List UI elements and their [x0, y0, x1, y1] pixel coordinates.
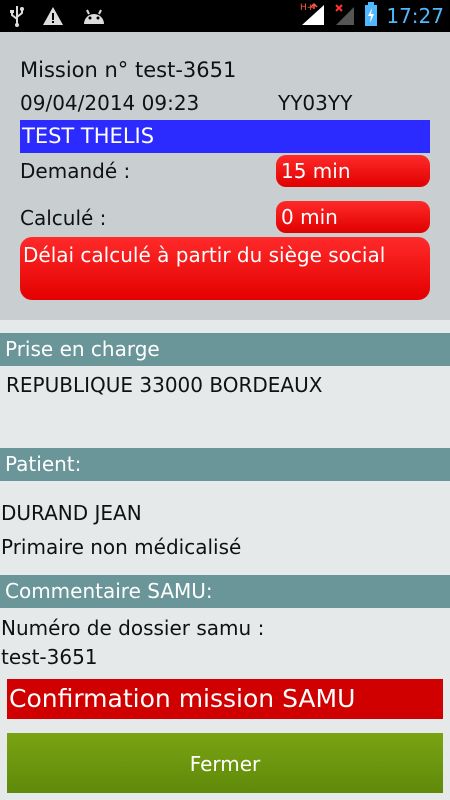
status-left-icons: [10, 5, 106, 31]
no-signal-icon: [334, 1, 356, 31]
delay-note: Délai calculé à partir du siège social: [20, 237, 430, 300]
svg-text:H+: H+: [300, 3, 314, 13]
mission-datetime: 09/04/2014 09:23: [20, 91, 200, 115]
computed-delay-value: 0 min: [276, 201, 430, 233]
mission-title: Mission n° test-3651: [20, 58, 237, 82]
patient-type: Primaire non médicalisé: [1, 535, 242, 559]
status-bar: H+ 17:27: [0, 0, 450, 32]
comment-line-1: Numéro de dossier samu :: [1, 616, 265, 640]
patient-section-header: Patient:: [0, 448, 450, 481]
status-right-icons: H+ 17:27: [300, 0, 444, 32]
warning-icon: [42, 6, 64, 30]
requested-delay-value: 15 min: [276, 155, 430, 187]
client-name-bar: TEST THELIS: [20, 120, 430, 153]
close-button[interactable]: Fermer: [7, 733, 443, 793]
android-icon: [82, 7, 106, 29]
signal-hplus-icon: H+: [300, 1, 326, 31]
pickup-address: REPUBLIQUE 33000 BORDEAUX: [6, 373, 323, 397]
status-time: 17:27: [386, 4, 444, 28]
comment-section-header: Commentaire SAMU:: [0, 575, 450, 608]
pickup-section-header: Prise en charge: [0, 333, 450, 366]
comment-line-2: test-3651: [1, 645, 98, 669]
computed-label: Calculé :: [20, 206, 107, 230]
vehicle-plate: YY03YY: [278, 91, 353, 115]
patient-name: DURAND JEAN: [1, 501, 142, 525]
requested-label: Demandé :: [20, 159, 131, 183]
confirm-mission-button[interactable]: Confirmation mission SAMU: [7, 679, 443, 719]
battery-charging-icon: [364, 2, 378, 30]
usb-icon: [10, 5, 24, 31]
